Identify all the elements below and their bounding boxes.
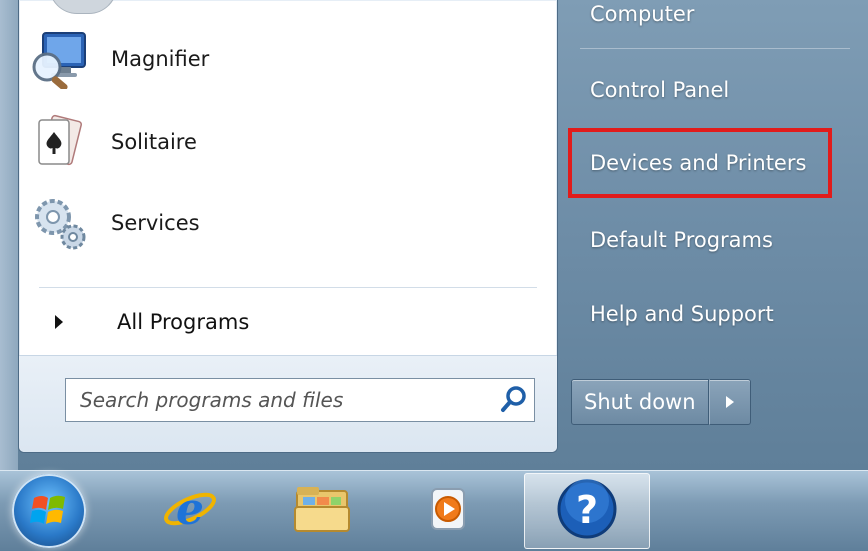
taskbar-help-and-support[interactable]: ? (524, 473, 650, 549)
shutdown-options-button[interactable] (708, 379, 751, 425)
svg-text:?: ? (576, 488, 598, 532)
shutdown-control: Shut down (571, 379, 751, 425)
search-icon[interactable] (494, 380, 534, 420)
taskbar-file-explorer[interactable] (272, 473, 372, 549)
programs-divider (39, 287, 537, 288)
chevron-right-icon (725, 396, 734, 408)
media-player-icon (420, 481, 476, 541)
search-box[interactable] (65, 378, 535, 422)
right-item-label: Computer (590, 2, 695, 26)
program-label: Magnifier (111, 47, 210, 71)
magnifier-icon (29, 29, 89, 91)
triangle-right-icon (55, 315, 63, 329)
taskbar-media-player[interactable] (398, 473, 498, 549)
program-label: Solitaire (111, 130, 197, 154)
solitaire-icon (29, 112, 89, 172)
all-programs-label: All Programs (117, 310, 250, 334)
right-item-label: Help and Support (590, 302, 774, 326)
all-programs-button[interactable]: All Programs (55, 304, 249, 340)
right-item-label: Default Programs (590, 228, 773, 252)
right-item-help-and-support[interactable]: Help and Support (578, 286, 848, 342)
right-item-computer[interactable]: Computer (578, 0, 848, 42)
search-input[interactable] (66, 380, 494, 420)
frame-left-edge (0, 0, 18, 470)
start-orb-icon[interactable] (12, 474, 86, 548)
program-item-services[interactable]: Services (29, 188, 539, 258)
program-label: Services (111, 211, 200, 235)
partial-program-icon (49, 0, 117, 14)
file-explorer-folder-icon (291, 481, 353, 541)
shutdown-button[interactable]: Shut down (571, 379, 709, 425)
shutdown-label: Shut down (584, 390, 696, 414)
right-item-default-programs[interactable]: Default Programs (578, 212, 848, 268)
program-item-solitaire[interactable]: Solitaire (29, 107, 539, 177)
program-item-magnifier[interactable]: Magnifier (29, 24, 539, 94)
taskbar: e ? (0, 470, 868, 551)
internet-explorer-icon: e (162, 481, 218, 541)
services-gears-icon (29, 193, 89, 253)
highlight-box (568, 128, 832, 198)
right-item-label: Control Panel (590, 78, 730, 102)
svg-text:e: e (176, 484, 204, 535)
taskbar-internet-explorer[interactable]: e (140, 473, 240, 549)
start-menu-left-pane: Magnifier Solitaire Services All Program… (18, 0, 558, 453)
right-pane-separator (580, 48, 850, 49)
right-item-control-panel[interactable]: Control Panel (578, 62, 848, 118)
help-question-icon: ? (555, 477, 619, 545)
